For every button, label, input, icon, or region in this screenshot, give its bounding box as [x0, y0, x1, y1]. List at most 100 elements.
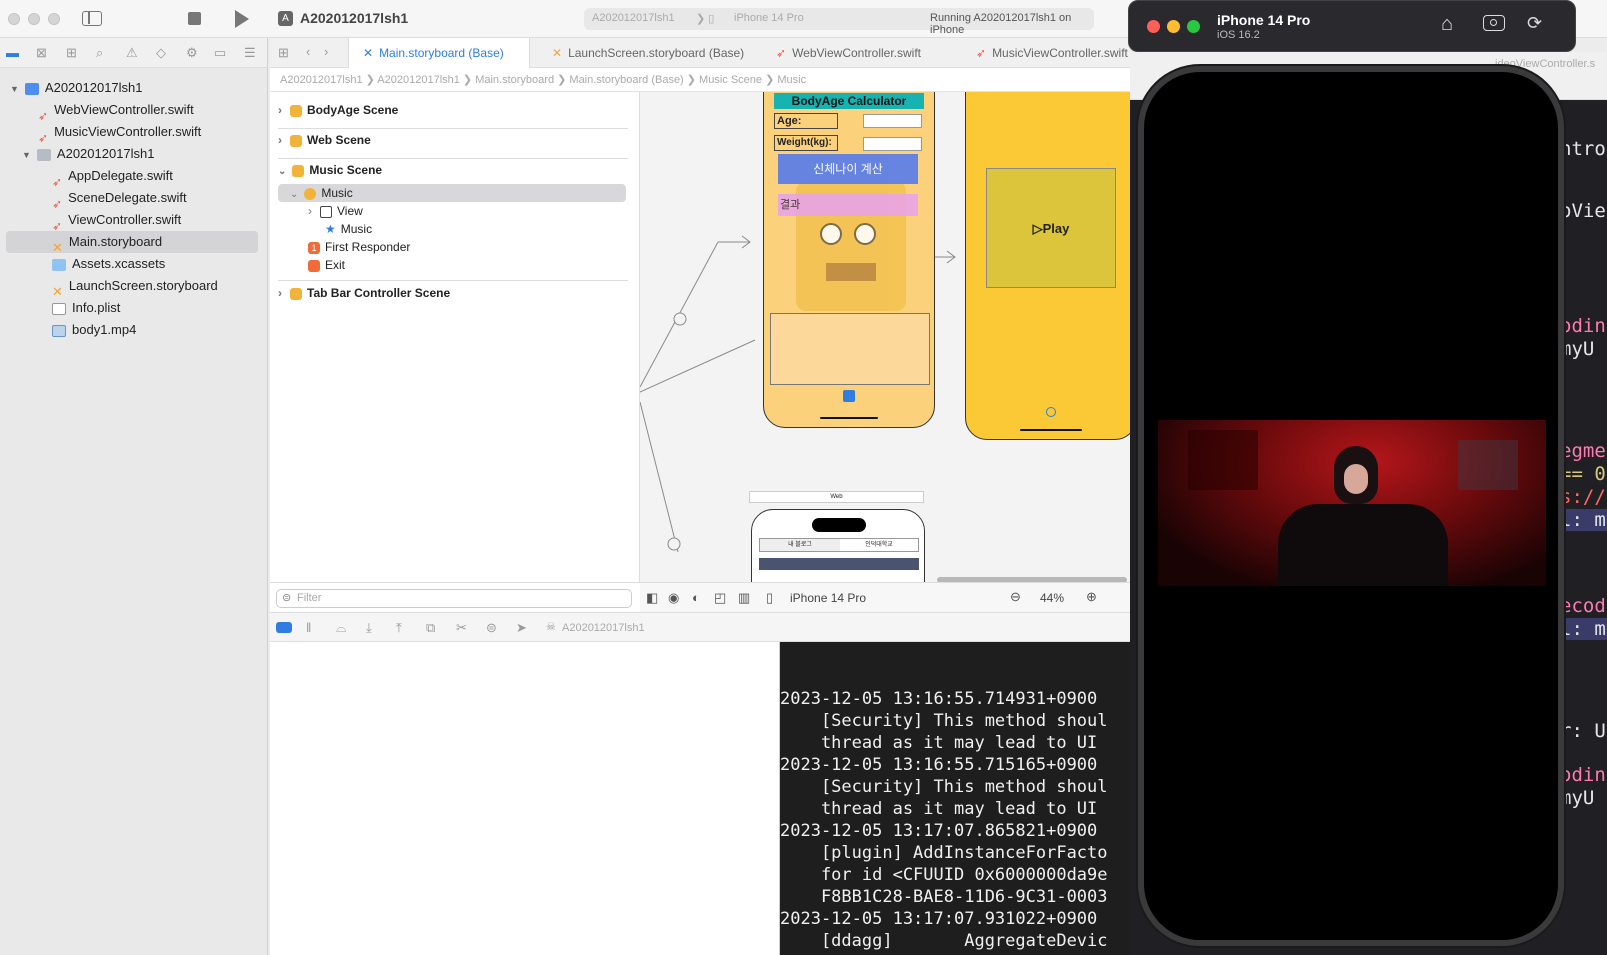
outline-tabbar-scene[interactable]: › Tab Bar Controller Scene — [278, 284, 450, 302]
stop-icon[interactable] — [188, 12, 201, 25]
environment-icon[interactable]: ⊜ — [486, 620, 497, 636]
outline-bodyage-scene[interactable]: › BodyAge Scene — [278, 101, 398, 119]
screenshot-icon[interactable] — [1483, 15, 1505, 31]
nav-item-viewcontroller[interactable]: ➶ ViewController.swift — [0, 209, 268, 233]
nav-item-assets[interactable]: Assets.xcassets — [0, 253, 268, 275]
hide-debug-area-icon[interactable] — [276, 622, 292, 633]
step-into-icon[interactable]: ⤓ — [366, 620, 372, 636]
close-tab-icon[interactable]: ✕ — [363, 46, 373, 60]
simulator-minimize-button[interactable] — [1167, 20, 1180, 33]
zoom-out-icon[interactable]: ⊖ — [1010, 589, 1021, 605]
disclosure-closed-icon[interactable]: › — [278, 103, 282, 117]
disclosure-closed-icon[interactable]: › — [278, 133, 282, 147]
tab-main-storyboard[interactable]: ✕ Main.storyboard (Base) — [348, 38, 530, 68]
disclosure-open-icon[interactable]: ⌄ — [278, 166, 286, 177]
device-name[interactable]: iPhone 14 Pro — [790, 591, 866, 605]
nav-item-main-storyboard[interactable]: ✕ Main.storyboard — [6, 231, 258, 255]
document-outline: › BodyAge Scene › Web Scene ⌄ Music Scene ⌄… — [270, 92, 640, 582]
code-fragment: egme — [1560, 440, 1606, 462]
tab-musicviewcontroller[interactable]: ➶ MusicViewController.swift — [976, 38, 1128, 68]
device-selector[interactable]: iPhone 14 Pro — [734, 12, 804, 24]
web-scene-preview[interactable]: 내 블로그 인덕대학교 — [751, 509, 925, 582]
nav-item-launchscreen[interactable]: ✕ LaunchScreen.storyboard — [0, 275, 268, 299]
tab-webviewcontroller[interactable]: ➶ WebViewController.swift — [776, 38, 921, 68]
minimize-window-button[interactable] — [28, 13, 40, 25]
simulator-os-version: iOS 16.2 — [1217, 29, 1260, 41]
breakpoint-navigator-icon[interactable]: ▭ — [214, 45, 226, 61]
web-segment-control[interactable]: 내 블로그 인덕대학교 — [759, 538, 919, 552]
storyboard-icon: ✕ — [52, 239, 63, 255]
outline-view[interactable]: › View — [308, 202, 363, 220]
outline-music-viewcontroller[interactable]: ⌄ Music — [290, 184, 353, 202]
related-items-icon[interactable]: ⊞ — [278, 45, 289, 61]
jump-bar[interactable]: A202012017lsh1 ❯ A202012017lsh1 ❯ Main.s… — [270, 68, 1130, 92]
age-field[interactable] — [863, 114, 922, 128]
find-navigator-icon[interactable]: ⌕ — [96, 45, 103, 61]
appearance-icon[interactable]: ◐ — [692, 590, 700, 605]
step-over-icon[interactable]: ⌓ — [336, 620, 346, 636]
nav-item-webviewcontroller[interactable]: ➶ WebViewController.swift — [0, 99, 268, 123]
outline-exit[interactable]: Exit — [308, 256, 345, 274]
home-icon[interactable]: ⌂ — [1441, 13, 1453, 36]
forward-arrow-icon[interactable]: › — [324, 44, 328, 59]
disclosure-open-icon[interactable]: ▼ — [10, 84, 19, 94]
tab-launchscreen[interactable]: ✕ LaunchScreen.storyboard (Base) — [552, 38, 744, 68]
activity-area[interactable]: A202012017lsh1 ❯ ▯ iPhone 14 Pro Running… — [584, 8, 1094, 36]
bodyage-scene-preview[interactable]: BodyAge Calculator Age: Weight(kg): 신체나이… — [763, 92, 935, 428]
issue-navigator-icon[interactable]: ⚠ — [126, 45, 138, 61]
segment-blog[interactable]: 내 블로그 — [760, 539, 840, 551]
nav-item-scenedelegate[interactable]: ➶ SceneDelegate.swift — [0, 187, 268, 211]
report-navigator-icon[interactable]: ☰ — [244, 45, 256, 61]
symbol-navigator-icon[interactable]: ⊞ — [66, 45, 77, 61]
nav-item-appdelegate[interactable]: ➶ AppDelegate.swift — [0, 165, 268, 189]
simulator-close-button[interactable] — [1147, 20, 1160, 33]
scheme-selector[interactable]: A202012017lsh1 — [592, 12, 675, 24]
accessibility-icon[interactable]: ◉ — [668, 590, 679, 606]
step-out-icon[interactable]: ⤒ — [396, 620, 402, 636]
layout-icon[interactable]: ▥ — [738, 590, 750, 606]
nav-item-musicviewcontroller[interactable]: ➶ MusicViewController.swift — [0, 121, 268, 145]
debug-navigator-icon[interactable]: ⚙ — [186, 45, 198, 61]
outline-first-responder[interactable]: 1 First Responder — [308, 238, 410, 256]
storyboard-canvas[interactable]: BodyAge Calculator Age: Weight(kg): 신체나이… — [640, 92, 1130, 582]
segment-induk[interactable]: 인덕대학교 — [840, 539, 918, 551]
outline-web-scene[interactable]: › Web Scene — [278, 131, 371, 149]
run-icon[interactable] — [235, 10, 249, 28]
pause-icon[interactable]: ‖ — [306, 620, 311, 635]
outline-music-tab-item[interactable]: ★ Music — [325, 220, 372, 238]
console-output[interactable]: 2023-12-05 13:16:55.714931+0900 [Securit… — [780, 642, 1130, 955]
orientation-icon[interactable]: ◰ — [714, 590, 726, 606]
filter-input[interactable]: ⊜ Filter — [276, 589, 632, 608]
outline-music-scene[interactable]: ⌄ Music Scene — [278, 161, 382, 179]
nav-item-group[interactable]: ▼ A202012017lsh1 — [0, 143, 268, 165]
test-navigator-icon[interactable]: ◇ — [156, 45, 166, 61]
disclosure-closed-icon[interactable]: › — [278, 286, 282, 300]
calc-button[interactable]: 신체나이 계산 — [778, 154, 918, 184]
source-control-icon[interactable]: ⊠ — [36, 45, 47, 61]
zoom-in-icon[interactable]: ⊕ — [1086, 589, 1097, 605]
disclosure-open-icon[interactable]: ⌄ — [290, 189, 298, 200]
back-arrow-icon[interactable]: ‹ — [306, 44, 310, 59]
close-window-button[interactable] — [8, 13, 20, 25]
play-button[interactable]: ▷Play — [986, 168, 1116, 288]
disclosure-closed-icon[interactable]: › — [308, 204, 312, 218]
nav-item-body1-mp4[interactable]: body1.mp4 — [0, 319, 268, 341]
weight-field[interactable] — [863, 137, 922, 151]
disclosure-open-icon[interactable]: ▼ — [22, 150, 31, 160]
video-player[interactable] — [1158, 420, 1546, 586]
nav-item-project[interactable]: ▼ A202012017lsh1 — [0, 77, 268, 99]
sidebar-toggle-icon[interactable] — [82, 11, 102, 26]
device-icon[interactable]: ▯ — [766, 590, 773, 606]
zoom-window-button[interactable] — [48, 13, 60, 25]
view-hierarchy-icon[interactable]: ⧉ — [426, 620, 435, 636]
music-scene-preview[interactable]: ▷Play — [965, 92, 1130, 440]
web-scene-label[interactable]: Web — [749, 491, 924, 503]
home-indicator — [820, 417, 878, 419]
outline-toggle-icon[interactable]: ◧ — [646, 590, 658, 606]
location-icon[interactable]: ➤ — [516, 620, 527, 636]
rotate-icon[interactable]: ⟳ — [1527, 13, 1542, 34]
nav-item-infoplist[interactable]: Info.plist — [0, 297, 268, 319]
memory-graph-icon[interactable]: ✂ — [456, 620, 467, 636]
simulator-zoom-button[interactable] — [1187, 20, 1200, 33]
folder-navigator-icon[interactable]: ▬ — [6, 45, 19, 60]
